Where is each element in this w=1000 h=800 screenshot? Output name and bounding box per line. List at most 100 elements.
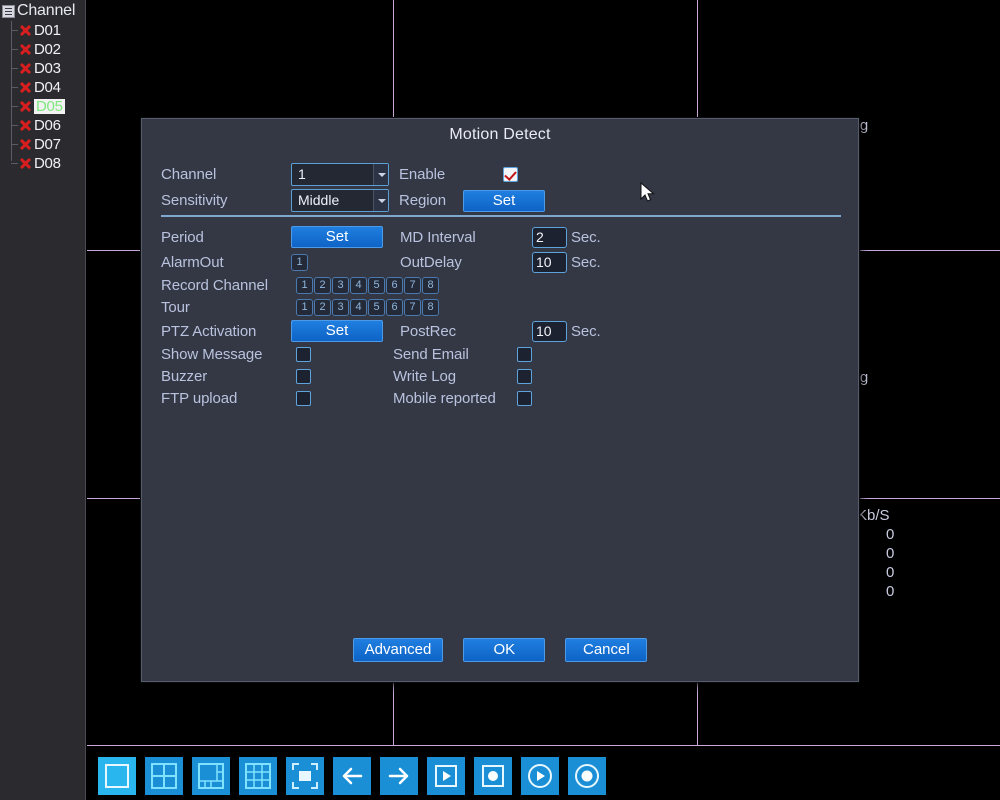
mobile-reported-checkbox[interactable]	[517, 391, 532, 406]
x-offline-icon	[18, 61, 33, 76]
region-set-button[interactable]: Set	[463, 189, 545, 212]
wall-bitrate-label: Kb/S	[857, 507, 890, 524]
period-row: Period Set MD Interval 2 Sec.	[161, 226, 601, 248]
wall-bitrate-value: 0	[886, 564, 895, 581]
channel-select[interactable]: 1	[291, 163, 389, 186]
tour-row: Tour 1 2 3 4 5 6 7 8	[161, 299, 439, 316]
out-delay-unit: Sec.	[571, 254, 601, 271]
buzzer-checkbox[interactable]	[296, 369, 311, 384]
tour-chip-3[interactable]: 3	[332, 299, 349, 316]
ok-button[interactable]: OK	[463, 638, 546, 662]
arrow-right-icon[interactable]	[380, 757, 418, 795]
channel-list: D01 D02 D03 D04 D05 D06 D07 D08	[0, 21, 85, 173]
x-offline-icon	[18, 80, 33, 95]
write-log-checkbox[interactable]	[517, 369, 532, 384]
channel-select-value: 1	[298, 166, 306, 182]
view-single-icon[interactable]	[98, 757, 136, 795]
record-channel-chip-1[interactable]: 1	[296, 277, 313, 294]
section-divider	[161, 215, 841, 217]
dvr-screen: nfig nfig Kb/S 0 0 0 0 Channel D01 D02 D…	[0, 0, 1000, 800]
mouse-cursor	[640, 181, 656, 209]
ftp-upload-checkbox[interactable]	[296, 391, 311, 406]
period-set-button[interactable]: Set	[291, 226, 383, 248]
mobile-reported-label: Mobile reported	[393, 390, 496, 407]
out-delay-label: OutDelay	[400, 254, 462, 271]
record-channel-chip-4[interactable]: 4	[350, 277, 367, 294]
record-channel-label: Record Channel	[161, 277, 268, 294]
channel-label: Channel	[161, 166, 217, 183]
arrow-left-icon[interactable]	[333, 757, 371, 795]
advanced-button[interactable]: Advanced	[352, 638, 444, 662]
channel-sidebar: Channel D01 D02 D03 D04 D05 D06 D07 D08	[0, 0, 86, 800]
sidebar-item-d04[interactable]: D04	[8, 78, 85, 97]
x-offline-icon	[18, 137, 33, 152]
alarm-out-chip-1[interactable]: 1	[291, 254, 308, 271]
dialog-title: Motion Detect	[449, 126, 551, 143]
sidebar-item-d08[interactable]: D08	[8, 154, 85, 173]
alarm-out-label: AlarmOut	[161, 254, 224, 271]
sensitivity-select[interactable]: Middle	[291, 189, 389, 212]
record-channel-chips: 1 2 3 4 5 6 7 8	[296, 277, 439, 294]
write-log-label: Write Log	[393, 368, 457, 385]
buzzer-label: Buzzer	[161, 368, 208, 385]
chevron-down-icon	[373, 190, 388, 211]
play-circle-icon[interactable]	[521, 757, 559, 795]
tour-chip-1[interactable]: 1	[296, 299, 313, 316]
sensitivity-select-value: Middle	[298, 192, 340, 208]
ptz-activation-set-button[interactable]: Set	[291, 320, 383, 342]
show-message-label: Show Message	[161, 346, 263, 363]
md-interval-input[interactable]: 2	[532, 226, 567, 248]
tour-chip-7[interactable]: 7	[404, 299, 421, 316]
tour-chip-6[interactable]: 6	[386, 299, 403, 316]
show-message-checkbox[interactable]	[296, 347, 311, 362]
sidebar-item-d05[interactable]: D05	[8, 97, 85, 116]
record-channel-chip-8[interactable]: 8	[422, 277, 439, 294]
out-delay-input[interactable]: 10	[532, 252, 567, 273]
record-box-icon[interactable]	[474, 757, 512, 795]
channel-row: Channel 1 Enable	[161, 163, 518, 186]
wall-bitrate-value: 0	[886, 526, 895, 543]
channel-label: D03	[34, 60, 61, 77]
cancel-button[interactable]: Cancel	[565, 638, 648, 662]
alarm-out-chips: 1	[291, 254, 383, 271]
channel-label: D08	[34, 155, 61, 172]
tree-list-icon	[2, 4, 15, 18]
record-channel-chip-5[interactable]: 5	[368, 277, 385, 294]
view-quad-icon[interactable]	[145, 757, 183, 795]
sidebar-item-d03[interactable]: D03	[8, 59, 85, 78]
record-circle-icon[interactable]	[568, 757, 606, 795]
play-box-icon[interactable]	[427, 757, 465, 795]
sensitivity-label: Sensitivity	[161, 192, 228, 209]
buzzer-row: Buzzer Write Log	[161, 368, 532, 385]
enable-checkbox[interactable]	[503, 167, 518, 182]
view-nine-split-icon[interactable]	[239, 757, 277, 795]
sidebar-item-d07[interactable]: D07	[8, 135, 85, 154]
record-channel-chip-7[interactable]: 7	[404, 277, 421, 294]
send-email-label: Send Email	[393, 346, 469, 363]
sidebar-item-d02[interactable]: D02	[8, 40, 85, 59]
x-offline-icon	[18, 42, 33, 57]
x-offline-icon	[18, 118, 33, 133]
tour-chip-4[interactable]: 4	[350, 299, 367, 316]
view-six-split-icon[interactable]	[192, 757, 230, 795]
alarm-out-row: AlarmOut 1 OutDelay 10 Sec.	[161, 252, 601, 273]
record-channel-chip-3[interactable]: 3	[332, 277, 349, 294]
channel-label: D02	[34, 41, 61, 58]
tour-chip-5[interactable]: 5	[368, 299, 385, 316]
md-interval-label: MD Interval	[400, 228, 476, 246]
fullscreen-icon[interactable]	[286, 757, 324, 795]
tour-chip-8[interactable]: 8	[422, 299, 439, 316]
sidebar-item-d01[interactable]: D01	[8, 21, 85, 40]
region-label: Region	[399, 192, 446, 209]
x-offline-icon	[18, 99, 33, 114]
sidebar-header: Channel	[0, 0, 85, 21]
send-email-checkbox[interactable]	[517, 347, 532, 362]
ftp-upload-label: FTP upload	[161, 390, 238, 407]
post-rec-input[interactable]: 10	[532, 320, 567, 342]
sidebar-item-d06[interactable]: D06	[8, 116, 85, 135]
tour-chip-2[interactable]: 2	[314, 299, 331, 316]
post-rec-unit: Sec.	[571, 322, 601, 340]
sidebar-title: Channel	[17, 2, 76, 19]
record-channel-chip-2[interactable]: 2	[314, 277, 331, 294]
record-channel-chip-6[interactable]: 6	[386, 277, 403, 294]
